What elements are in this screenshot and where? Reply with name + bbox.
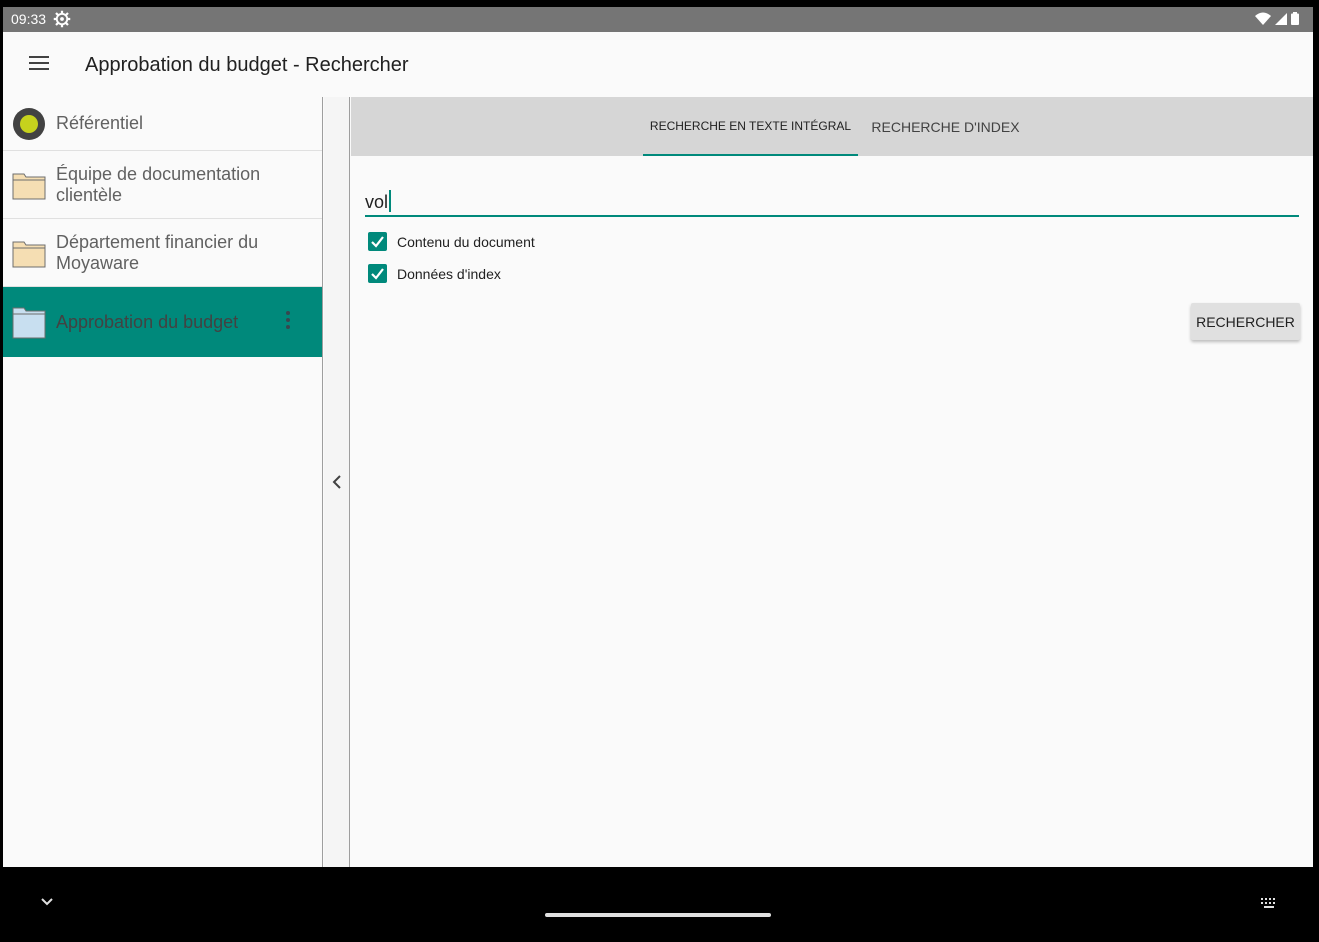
navigation-bar: [0, 867, 1319, 942]
checkbox-label: Données d'index: [397, 265, 501, 282]
checkbox-index-data[interactable]: Données d'index: [368, 264, 501, 283]
hamburger-menu-icon[interactable]: [25, 52, 53, 76]
home-gesture-bar[interactable]: [545, 913, 771, 917]
search-button[interactable]: RECHERCHER: [1191, 303, 1300, 340]
search-input[interactable]: vol: [365, 185, 1299, 217]
tab-full-text-search[interactable]: RECHERCHE EN TEXTE INTÉGRAL: [643, 97, 858, 156]
chevron-down-icon[interactable]: [40, 897, 54, 907]
signal-icon: [1275, 12, 1287, 25]
status-bar: 09:33: [3, 7, 1313, 32]
sidebar-item-label: Département financier du Moyaware: [56, 231, 259, 273]
sidebar-item-folder[interactable]: Équipe de documentation clientèle: [3, 151, 322, 219]
text-caret: [389, 190, 392, 212]
keyboard-icon[interactable]: [1260, 897, 1278, 909]
sidebar-item-folder[interactable]: Département financier du Moyaware: [3, 219, 322, 287]
search-panel: RECHERCHE EN TEXTE INTÉGRAL RECHERCHE D'…: [351, 97, 1313, 867]
sidebar-item-label: Référentiel: [56, 113, 144, 133]
wifi-icon: [1255, 12, 1271, 25]
status-time: 09:33: [11, 11, 47, 27]
tab-index-search[interactable]: RECHERCHE D'INDEX: [858, 97, 1033, 156]
folder-icon: [12, 241, 46, 267]
settings-gear-icon: [53, 10, 71, 28]
repository-icon: [13, 107, 45, 140]
system-icons: [1255, 12, 1299, 25]
folder-icon: [12, 173, 46, 199]
collapse-panel-bar[interactable]: [324, 97, 350, 867]
search-input-value: vol: [365, 192, 389, 212]
page-title: Approbation du budget - Rechercher: [85, 54, 409, 76]
chevron-left-icon[interactable]: [330, 473, 344, 491]
checkbox-checked-icon[interactable]: [368, 232, 387, 251]
more-options-icon[interactable]: [283, 311, 293, 333]
search-tabs: RECHERCHE EN TEXTE INTÉGRAL RECHERCHE D'…: [351, 97, 1313, 156]
repository-tree: Référentiel Équipe de documentation clie…: [3, 97, 323, 867]
sidebar-item-selected-folder[interactable]: Approbation du budget: [3, 287, 322, 357]
checkbox-checked-icon[interactable]: [368, 264, 387, 283]
battery-icon: [1291, 12, 1299, 25]
app-bar: Approbation du budget - Rechercher: [3, 32, 1313, 97]
sidebar-item-label: Approbation du budget: [56, 311, 239, 332]
screen: 09:33 Approbation du budget - Rechercher: [3, 7, 1313, 867]
sidebar-item-repository[interactable]: Référentiel: [3, 97, 322, 151]
sidebar-item-label: Équipe de documentation clientèle: [56, 163, 261, 205]
checkbox-label: Contenu du document: [397, 233, 535, 250]
folder-icon: [12, 307, 46, 339]
checkbox-document-content[interactable]: Contenu du document: [368, 232, 535, 251]
